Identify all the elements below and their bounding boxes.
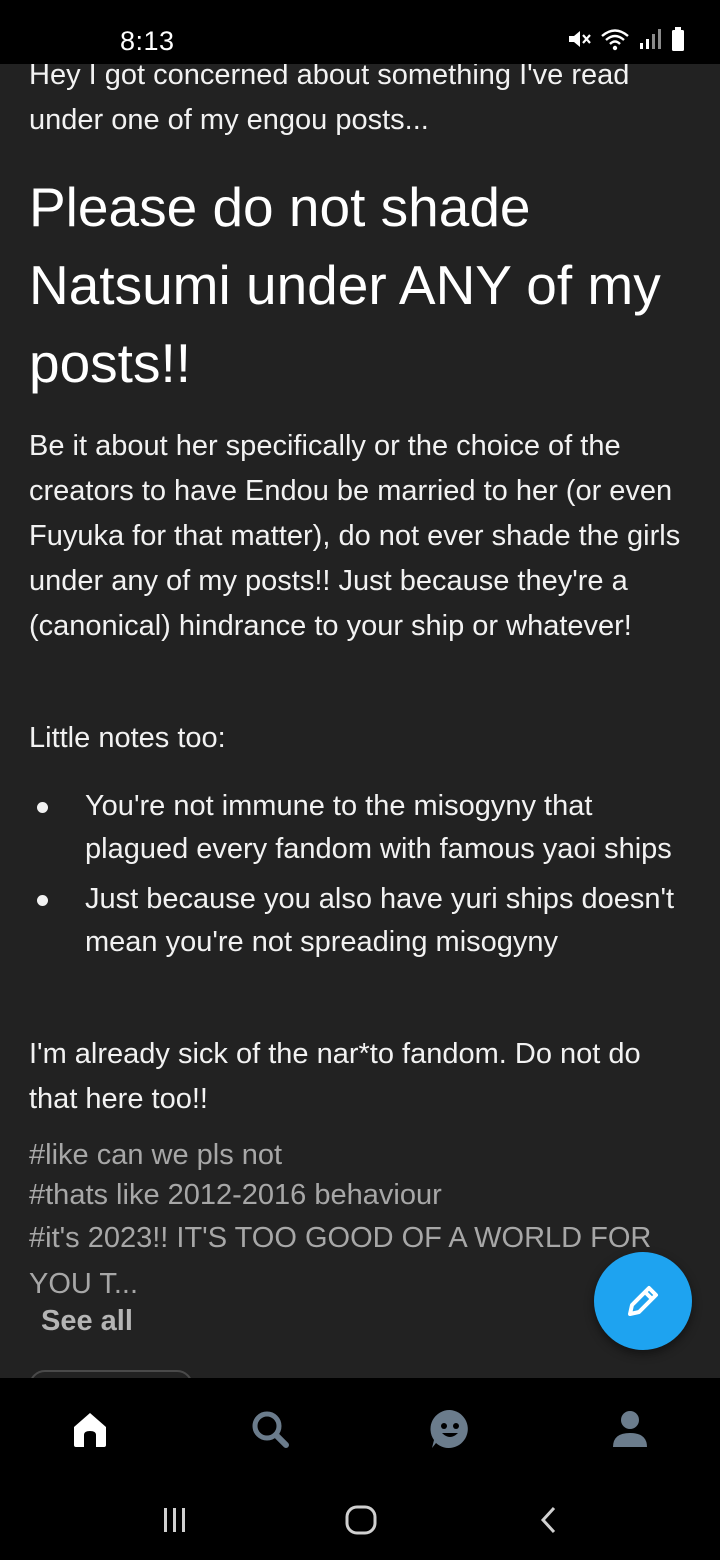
nav-search[interactable] bbox=[245, 1404, 295, 1454]
account-icon bbox=[613, 1411, 647, 1447]
bullet-list: You're not immune to the misogyny that p… bbox=[29, 785, 699, 971]
tag-link[interactable]: #it's 2023!! IT'S TOO GOOD OF A WORLD FO… bbox=[29, 1215, 669, 1307]
recent-apps-button[interactable] bbox=[150, 1498, 200, 1542]
bottom-navigation bbox=[0, 1378, 720, 1478]
activity-face-icon bbox=[430, 1409, 468, 1448]
tag-link[interactable]: #like can we pls not bbox=[29, 1135, 669, 1175]
bullet-text: Just because you also have yuri ships do… bbox=[85, 883, 675, 958]
status-bar: 8:13 bbox=[0, 0, 720, 64]
system-home-button[interactable] bbox=[336, 1498, 386, 1542]
signal-icon bbox=[640, 29, 661, 49]
tag-link[interactable]: #thats like 2012-2016 behaviour bbox=[29, 1175, 669, 1215]
status-time: 8:13 bbox=[120, 26, 175, 56]
bullet-item: Just because you also have yuri ships do… bbox=[29, 878, 699, 964]
mute-icon bbox=[569, 31, 591, 47]
post-content: Hey I got concerned about something I've… bbox=[0, 0, 720, 1378]
post-headline: Please do not shade Natsumi under ANY of… bbox=[29, 176, 661, 394]
battery-icon bbox=[672, 27, 684, 51]
post-paragraph-2: Little notes too: bbox=[29, 722, 226, 754]
nav-activity[interactable] bbox=[425, 1404, 475, 1454]
bullet-dot-icon bbox=[37, 802, 48, 813]
back-button[interactable] bbox=[524, 1498, 574, 1542]
status-icons bbox=[566, 24, 686, 54]
nav-account[interactable] bbox=[605, 1404, 655, 1454]
bullet-item: You're not immune to the misogyny that p… bbox=[29, 785, 699, 871]
search-icon bbox=[252, 1411, 289, 1448]
system-navigation-bar bbox=[0, 1478, 720, 1560]
post-paragraph-1: Be it about her specifically or the choi… bbox=[29, 430, 681, 642]
bullet-text: You're not immune to the misogyny that p… bbox=[85, 790, 672, 865]
compose-button[interactable] bbox=[594, 1252, 692, 1350]
post-intro-text: Hey I got concerned about something I've… bbox=[29, 59, 630, 136]
back-icon bbox=[540, 1506, 556, 1534]
home-icon bbox=[74, 1413, 106, 1447]
nav-home[interactable] bbox=[65, 1404, 115, 1454]
wifi-icon bbox=[601, 29, 629, 51]
see-all-tags-button[interactable]: See all bbox=[41, 1305, 133, 1338]
recent-apps-icon bbox=[164, 1508, 185, 1532]
pencil-icon bbox=[628, 1286, 658, 1316]
post-paragraph-3: I'm already sick of the nar*to fandom. D… bbox=[29, 1038, 641, 1115]
post-tags: #like can we pls not #thats like 2012-20… bbox=[29, 1135, 669, 1307]
bullet-dot-icon bbox=[37, 895, 48, 906]
home-circle-icon bbox=[345, 1505, 377, 1535]
post-action-pill[interactable] bbox=[29, 1370, 193, 1378]
